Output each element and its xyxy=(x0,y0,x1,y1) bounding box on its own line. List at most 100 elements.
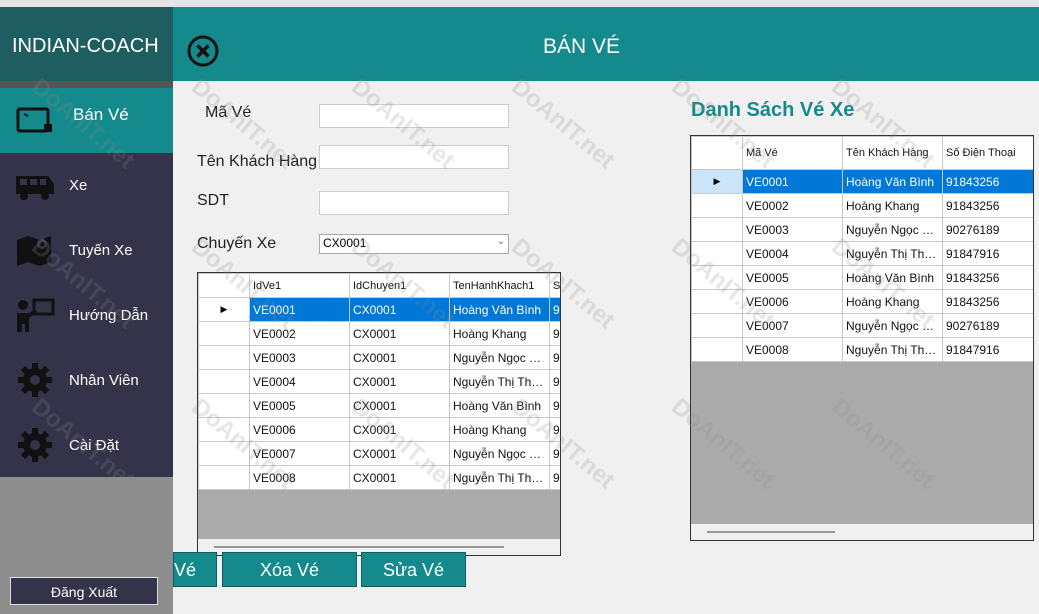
table-row[interactable]: VE0008 Nguyễn Thị Than... 91847916 xyxy=(691,337,1033,362)
table-cell[interactable]: VE0003 xyxy=(249,345,350,370)
row-header[interactable] xyxy=(691,241,743,266)
table-cell[interactable]: Nguyễn Ngọc Qu... xyxy=(842,313,943,338)
table-cell[interactable]: 90276189 xyxy=(942,313,1033,338)
table-cell[interactable]: VE0008 xyxy=(742,337,843,362)
scrollbar-thumb[interactable] xyxy=(214,546,504,548)
table-cell[interactable]: Hoàng Khang xyxy=(842,289,943,314)
row-selector-arrow-icon[interactable]: ▶ xyxy=(691,169,743,194)
column-header[interactable]: Tên Khách Hàng xyxy=(842,136,943,170)
row-header[interactable] xyxy=(691,289,743,314)
row-header[interactable] xyxy=(198,417,250,442)
table-cell[interactable]: VE0007 xyxy=(742,313,843,338)
table-row[interactable]: VE0004CX0001Nguyễn Thị Than...91 xyxy=(198,369,560,394)
table-row[interactable]: VE0003CX0001Nguyễn Ngọc Qu...90 xyxy=(198,345,560,370)
column-header[interactable]: Mã Vé xyxy=(742,136,843,170)
table-cell[interactable]: 91847916 xyxy=(942,241,1033,266)
table-cell[interactable]: Hoàng Văn Bình xyxy=(449,393,550,418)
table-cell[interactable]: Hoàng Văn Bình xyxy=(842,265,943,290)
table-cell[interactable]: VE0003 xyxy=(742,217,843,242)
table-row[interactable]: VE0006 Hoàng Khang 91843256 xyxy=(691,289,1033,314)
table-cell[interactable]: VE0004 xyxy=(249,369,350,394)
table-cell[interactable]: 91 xyxy=(549,369,560,394)
ten-khach-hang-input[interactable] xyxy=(319,145,509,169)
table-cell[interactable]: CX0001 xyxy=(349,321,450,346)
column-header[interactable]: TenHanhKhach1 xyxy=(449,273,550,298)
row-header[interactable] xyxy=(198,369,250,394)
table-cell[interactable]: VE0005 xyxy=(742,265,843,290)
table-cell[interactable]: CX0001 xyxy=(349,369,450,394)
table-cell[interactable]: Hoàng Văn Bình xyxy=(449,297,550,322)
edit-ticket-button[interactable]: Sửa Vé xyxy=(361,552,466,587)
table-cell[interactable]: 91843256 xyxy=(942,265,1033,290)
sidebar-item-nhan-vien[interactable]: Nhân Viên xyxy=(0,348,173,413)
table-cell[interactable]: 90276189 xyxy=(942,217,1033,242)
sdt-input[interactable] xyxy=(319,191,509,215)
table-row[interactable]: ▶VE0001CX0001Hoàng Văn Bình91 xyxy=(198,297,560,322)
table-cell[interactable]: 91 xyxy=(549,297,560,322)
table-cell[interactable]: Hoàng Văn Bình xyxy=(842,169,943,194)
table-cell[interactable]: Nguyễn Thị Than... xyxy=(449,369,550,394)
table-cell[interactable]: Nguyễn Ngọc Qu... xyxy=(449,441,550,466)
table-row[interactable]: VE0003 Nguyễn Ngọc Qu... 90276189 xyxy=(691,217,1033,242)
row-header[interactable] xyxy=(198,345,250,370)
column-header[interactable]: IdChuyen1 xyxy=(349,273,450,298)
row-header[interactable] xyxy=(691,337,743,362)
close-icon[interactable] xyxy=(187,35,219,67)
table-cell[interactable]: 91 xyxy=(549,417,560,442)
table-cell[interactable]: 91 xyxy=(549,465,560,490)
table-cell[interactable]: VE0008 xyxy=(249,465,350,490)
row-header[interactable] xyxy=(198,321,250,346)
row-header[interactable] xyxy=(198,393,250,418)
table-cell[interactable]: 91843256 xyxy=(942,193,1033,218)
table-cell[interactable]: Nguyễn Thị Than... xyxy=(449,465,550,490)
sidebar-item-cai-dat[interactable]: Cài Đặt xyxy=(0,413,173,478)
column-header[interactable]: IdVe1 xyxy=(249,273,350,298)
table-cell[interactable]: CX0001 xyxy=(349,441,450,466)
table-cell[interactable]: 91847916 xyxy=(942,337,1033,362)
table-cell[interactable]: Nguyễn Thị Than... xyxy=(842,337,943,362)
table-cell[interactable]: 91843256 xyxy=(942,169,1033,194)
column-header[interactable]: Số Điện Thoại xyxy=(942,136,1033,170)
table-row[interactable]: VE0006CX0001Hoàng Khang91 xyxy=(198,417,560,442)
scrollbar-thumb[interactable] xyxy=(707,531,835,533)
row-header[interactable] xyxy=(691,265,743,290)
table-cell[interactable]: Hoàng Khang xyxy=(842,193,943,218)
table-cell[interactable]: CX0001 xyxy=(349,393,450,418)
row-header[interactable] xyxy=(198,441,250,466)
table-cell[interactable]: Nguyễn Thị Than... xyxy=(842,241,943,266)
table-cell[interactable]: Hoàng Khang xyxy=(449,417,550,442)
sidebar-item-tuyen-xe[interactable]: Tuyến Xe xyxy=(0,218,173,283)
table-row[interactable]: VE0002CX0001Hoàng Khang91 xyxy=(198,321,560,346)
column-header[interactable]: S xyxy=(549,273,560,298)
table-row[interactable]: VE0007CX0001Nguyễn Ngọc Qu...90 xyxy=(198,441,560,466)
table-cell[interactable]: Nguyễn Ngọc Qu... xyxy=(449,345,550,370)
logout-button[interactable]: Đăng Xuất xyxy=(10,577,158,605)
table-cell[interactable]: VE0005 xyxy=(249,393,350,418)
sidebar-item-xe[interactable]: Xe xyxy=(0,153,173,218)
ticket-grid[interactable]: IdVe1 IdChuyen1 TenHanhKhach1 S ▶ VE0001 C… xyxy=(197,272,561,556)
table-cell[interactable]: CX0001 xyxy=(349,465,450,490)
table-cell[interactable]: 90 xyxy=(549,441,560,466)
table-cell[interactable]: 91 xyxy=(549,393,560,418)
table-row[interactable]: VE0008CX0001Nguyễn Thị Than...91 xyxy=(198,465,560,490)
table-cell[interactable]: VE0006 xyxy=(742,289,843,314)
table-cell[interactable]: VE0002 xyxy=(249,321,350,346)
sidebar-item-huong-dan[interactable]: Hướng Dẫn xyxy=(0,283,173,348)
row-header[interactable] xyxy=(198,465,250,490)
table-row[interactable]: VE0007 Nguyễn Ngọc Qu... 90276189 xyxy=(691,313,1033,338)
delete-ticket-button[interactable]: Xóa Vé xyxy=(222,552,357,587)
table-cell[interactable]: VE0007 xyxy=(249,441,350,466)
table-cell[interactable]: VE0002 xyxy=(742,193,843,218)
table-cell[interactable]: VE0001 xyxy=(742,169,843,194)
table-cell[interactable]: Hoàng Khang xyxy=(449,321,550,346)
table-row[interactable]: VE0004 Nguyễn Thị Than... 91847916 xyxy=(691,241,1033,266)
table-cell[interactable]: CX0001 xyxy=(349,345,450,370)
table-cell[interactable]: VE0004 xyxy=(742,241,843,266)
add-ticket-button[interactable]: Vé xyxy=(173,552,217,587)
table-cell[interactable]: 90 xyxy=(549,345,560,370)
chuyen-xe-select[interactable]: CX0001 ⌄ xyxy=(319,234,509,254)
table-cell[interactable]: VE0006 xyxy=(249,417,350,442)
row-selector-arrow-icon[interactable]: ▶ xyxy=(198,297,250,322)
row-header[interactable] xyxy=(691,217,743,242)
ma-ve-input[interactable] xyxy=(319,104,509,128)
